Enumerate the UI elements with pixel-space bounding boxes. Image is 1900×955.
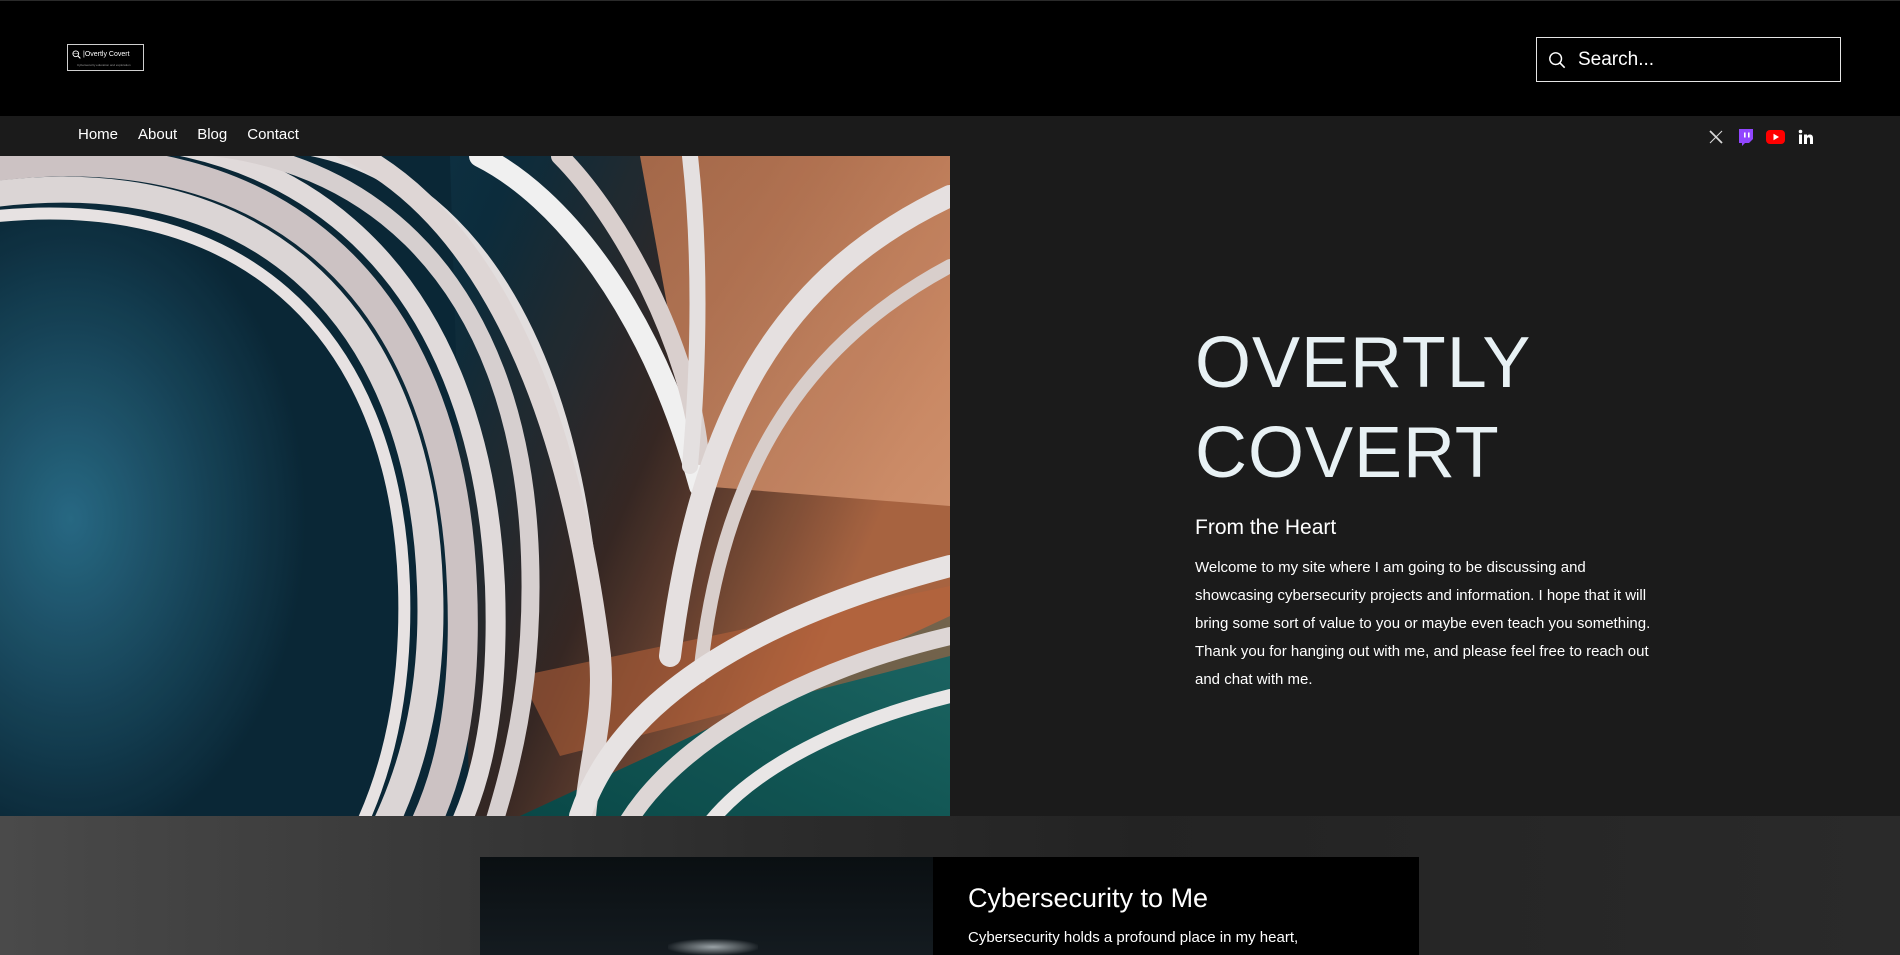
hero-body: Welcome to my site where I am going to b… (1195, 559, 1651, 688)
main-nav: Home About Blog Contact (78, 126, 299, 143)
site-logo[interactable]: |Overtly Covert Cybersecurity education … (67, 44, 144, 71)
search-input[interactable] (1576, 47, 1840, 72)
logo-name: |Overtly Covert (83, 51, 130, 58)
youtube-icon[interactable] (1766, 127, 1785, 146)
x-icon[interactable] (1706, 127, 1725, 146)
site-header: |Overtly Covert Cybersecurity education … (0, 0, 1900, 116)
logo-row: |Overtly Covert (72, 50, 130, 59)
twitch-icon[interactable] (1736, 127, 1755, 146)
hero-image (0, 156, 950, 816)
feature-title: Cybersecurity to Me (968, 883, 1209, 913)
main-nav-bar: Home About Blog Contact (0, 116, 1900, 156)
feature-image (480, 857, 933, 955)
nav-item-contact[interactable]: Contact (247, 126, 299, 143)
search-box[interactable] (1536, 37, 1841, 82)
curled-magazine-pages-photo (0, 156, 950, 816)
logo-tagline: Cybersecurity education and exploration (77, 63, 131, 67)
hero-text: OVERTLY COVERT From the Heart Welcome to… (1195, 318, 1665, 709)
feature-image-highlight (668, 939, 758, 955)
feature-body: Cybersecurity holds a profound place in … (968, 929, 1299, 946)
magnifier-globe-icon (72, 50, 81, 59)
nav-item-home[interactable]: Home (78, 126, 118, 143)
nav-item-blog[interactable]: Blog (197, 126, 227, 143)
nav-item-about[interactable]: About (138, 126, 177, 143)
linkedin-icon[interactable] (1796, 127, 1815, 146)
feature-card: Cybersecurity to Me Cybersecurity holds … (933, 857, 1419, 955)
hero-title: OVERTLY COVERT (1195, 323, 1531, 493)
hero-subtitle: From the Heart (1195, 516, 1337, 539)
social-links (1706, 127, 1815, 146)
search-icon (1549, 51, 1566, 68)
